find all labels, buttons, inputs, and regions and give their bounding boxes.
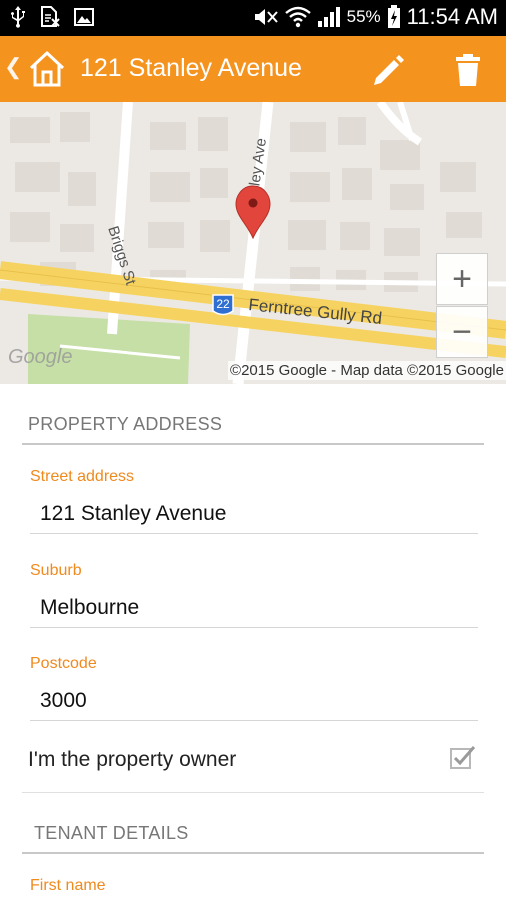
postcode-underline — [30, 720, 478, 721]
battery-percent: 55% — [346, 7, 381, 26]
status-notification-icons — [10, 6, 94, 28]
suburb-underline — [30, 627, 478, 628]
zoom-out-button[interactable]: − — [436, 306, 488, 358]
mute-icon — [254, 9, 278, 25]
section-header-property: PROPERTY ADDRESS — [22, 414, 484, 445]
delete-icon[interactable] — [448, 50, 488, 90]
page-title: 121 Stanley Avenue — [80, 54, 302, 82]
status-system-icons: 55% 11:54 AM — [253, 4, 498, 30]
wifi-icon — [284, 6, 311, 28]
property-owner-label: I'm the property owner — [28, 748, 237, 771]
edit-icon[interactable] — [368, 50, 408, 90]
property-owner-row[interactable]: I'm the property owner — [22, 736, 484, 793]
sim-blocked-icon — [41, 6, 60, 27]
map-view[interactable]: Briggs St Stanley Ave Ferntree Gully Rd … — [0, 102, 506, 384]
status-bar: 55% 11:54 AM — [0, 0, 506, 36]
route-number: 22 — [216, 297, 230, 311]
postcode-field[interactable]: 3000 — [40, 689, 87, 713]
zoom-in-button[interactable]: + — [436, 253, 488, 305]
section-header-tenant: TENANT DETAILS — [22, 823, 484, 854]
map-attribution: ©2015 Google - Map data ©2015 Google — [228, 361, 506, 380]
route-badge: 22 — [212, 294, 234, 316]
app-bar: ❮ 121 Stanley Avenue — [0, 36, 506, 102]
map-canvas: Briggs St Stanley Ave Ferntree Gully Rd … — [0, 102, 506, 384]
street-address-field[interactable]: 121 Stanley Avenue — [40, 502, 226, 526]
google-logo: Google — [8, 346, 73, 368]
usb-icon — [11, 6, 25, 28]
suburb-field[interactable]: Melbourne — [40, 596, 139, 620]
suburb-label: Suburb — [30, 562, 82, 579]
signal-icon — [317, 7, 340, 27]
home-icon[interactable] — [26, 48, 68, 90]
gallery-icon — [74, 8, 94, 26]
first-name-label: First name — [30, 877, 106, 894]
street-address-label: Street address — [30, 468, 135, 485]
street-address-underline — [30, 533, 478, 534]
battery-charging-icon — [387, 5, 400, 28]
status-time: 11:54 AM — [406, 4, 498, 29]
back-chevron-icon[interactable]: ❮ — [4, 54, 22, 80]
postcode-label: Postcode — [30, 655, 97, 672]
property-owner-checkbox[interactable] — [448, 744, 476, 772]
